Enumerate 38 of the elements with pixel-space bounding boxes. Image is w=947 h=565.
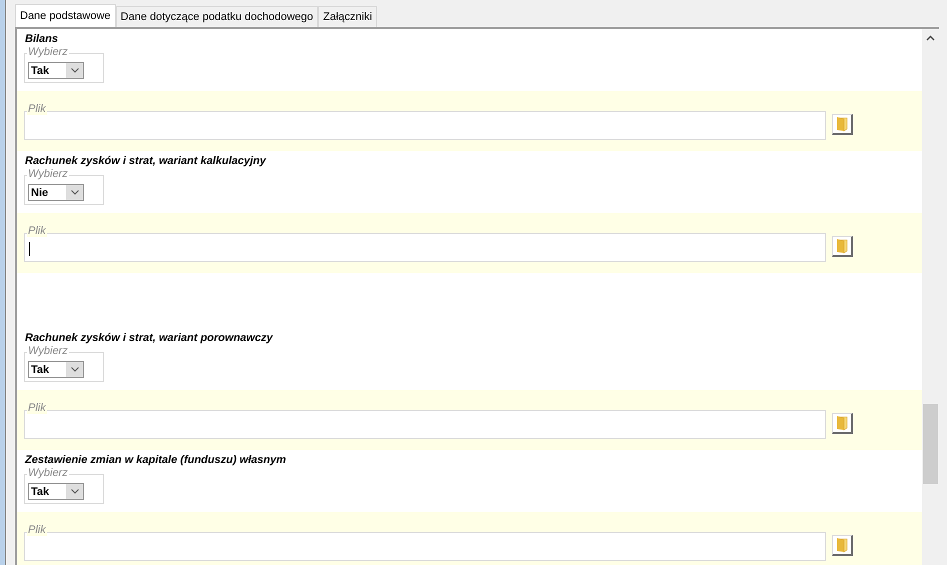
choice-dropdown[interactable]: Tak [28,483,84,500]
browse-button[interactable] [832,236,853,257]
browse-button[interactable] [832,535,853,556]
section-title: Rachunek zysków i strat, wariant porownawczy [24,331,274,346]
file-legend: Plik [27,524,47,536]
file-field[interactable] [24,410,826,439]
folder-icon [836,415,848,431]
choice-legend: Wybierz [27,467,69,479]
chevron-down-icon [70,68,78,73]
tab[interactable]: Dane dotyczące podatku dochodowego [116,6,318,27]
file-field[interactable] [24,532,826,561]
chevron-down-icon [70,190,78,195]
file-legend: Plik [27,225,47,237]
folder-icon [836,238,848,254]
tab[interactable]: Dane podstawowe [15,4,116,27]
tab[interactable]: Załączniki [318,6,378,27]
choice-legend: Wybierz [27,46,69,58]
browse-button[interactable] [832,114,853,135]
section-title: Rachunek zysków i strat, wariant kalkulacyjny [24,154,268,169]
file-field[interactable] [24,111,826,140]
scroll-thumb[interactable] [923,404,938,484]
file-field[interactable] [24,233,826,262]
choice-dropdown[interactable]: Tak [28,62,84,79]
choice-legend: Wybierz [27,345,69,357]
choice-legend: Wybierz [27,168,69,180]
file-legend: Plik [27,103,47,115]
file-legend: Plik [27,402,47,414]
scrollbar[interactable] [922,29,939,565]
chevron-down-icon [70,367,78,372]
folder-icon [836,537,848,553]
chevron-down-icon [70,489,78,494]
section-title: Bilans [24,32,60,47]
section-title: Zestawienie zmian w kapitale (funduszu) własnym [24,453,288,468]
scroll-up-icon [926,35,935,41]
choice-dropdown[interactable]: Tak [28,361,84,378]
browse-button[interactable] [832,413,853,434]
choice-dropdown[interactable]: Nie [28,184,84,201]
folder-icon [836,116,848,132]
